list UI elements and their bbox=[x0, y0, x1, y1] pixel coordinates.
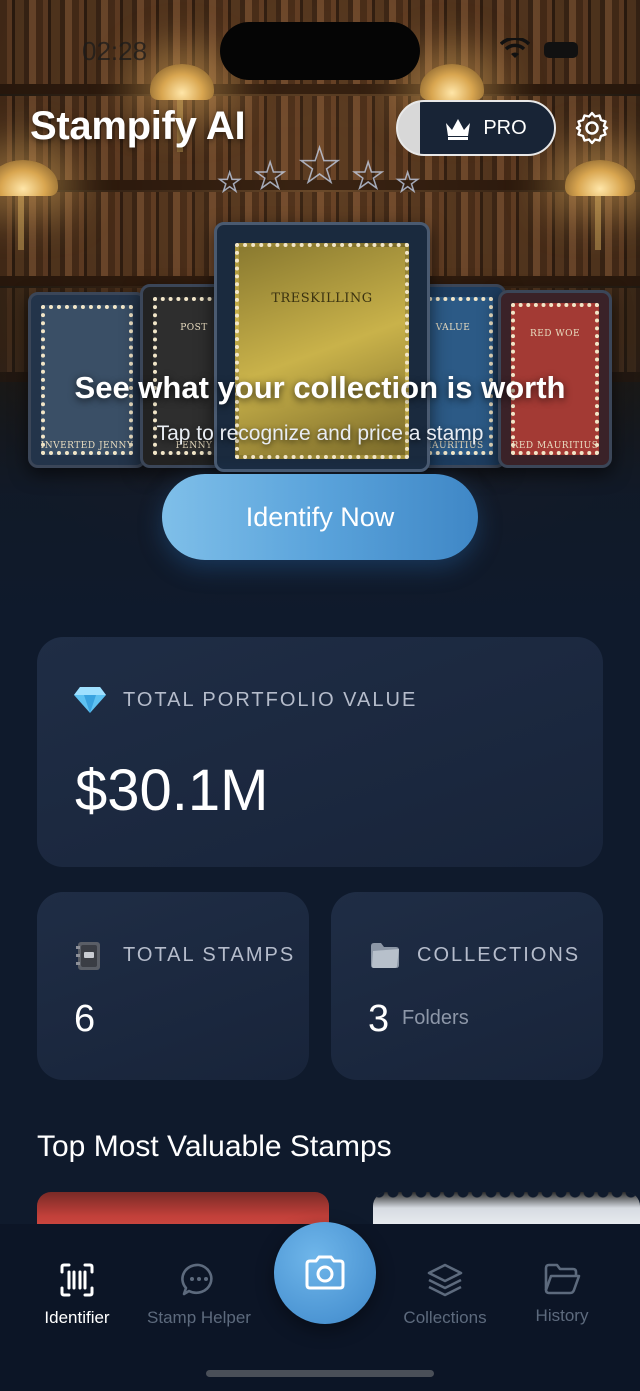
camera-capture-button[interactable] bbox=[274, 1222, 376, 1324]
scan-icon bbox=[60, 1263, 94, 1297]
tab-label: Collections bbox=[403, 1308, 487, 1327]
rating-stars-decor: ★ ★ ★ ★ ★ bbox=[217, 137, 420, 199]
portfolio-value-card[interactable]: TOTAL PORTFOLIO VALUE $30.1M bbox=[37, 637, 603, 867]
total-stamps-label: TOTAL STAMPS bbox=[123, 944, 296, 966]
collections-unit: Folders bbox=[402, 1007, 469, 1029]
folder-icon bbox=[371, 943, 399, 968]
tab-identifier[interactable]: Identifier bbox=[12, 1262, 142, 1328]
portfolio-label: TOTAL PORTFOLIO VALUE bbox=[123, 689, 418, 711]
notebook-icon bbox=[76, 942, 100, 970]
tab-label: Stamp Helper bbox=[147, 1308, 251, 1327]
hero-headline: See what your collection is worth bbox=[74, 370, 566, 405]
camera-icon bbox=[305, 1255, 345, 1290]
battery-icon bbox=[544, 42, 578, 58]
portfolio-value: $30.1M bbox=[75, 758, 269, 823]
pro-label: PRO bbox=[483, 116, 527, 139]
tab-collections[interactable]: Collections bbox=[380, 1262, 510, 1328]
app-title: Stampify AI bbox=[30, 104, 246, 148]
layers-icon bbox=[427, 1263, 463, 1297]
folder-open-icon bbox=[544, 1263, 581, 1295]
collections-value: 3 bbox=[368, 998, 390, 1040]
hero-subtitle: Tap to recognize and price a stamp bbox=[156, 422, 484, 445]
identify-now-button[interactable]: Identify Now bbox=[162, 474, 478, 560]
settings-gear-icon[interactable] bbox=[574, 110, 610, 146]
dynamic-island bbox=[220, 22, 420, 80]
total-stamps-card[interactable]: TOTAL STAMPS 6 bbox=[37, 892, 309, 1080]
top-stamps-title: Top Most Valuable Stamps bbox=[37, 1130, 392, 1163]
collections-label: COLLECTIONS bbox=[417, 944, 581, 966]
crown-icon bbox=[446, 119, 471, 140]
gem-icon bbox=[74, 687, 106, 713]
pro-upgrade-button[interactable]: PRO bbox=[396, 100, 556, 156]
chat-icon bbox=[181, 1263, 213, 1296]
total-stamps-value: 6 bbox=[74, 998, 96, 1040]
wifi-icon bbox=[500, 38, 530, 58]
tab-label: History bbox=[535, 1306, 589, 1325]
tab-history[interactable]: History bbox=[497, 1262, 627, 1326]
collections-card[interactable]: COLLECTIONS 3 Folders bbox=[331, 892, 603, 1080]
tab-label: Identifier bbox=[44, 1308, 110, 1327]
status-time: 02:28 bbox=[82, 36, 148, 66]
home-indicator bbox=[206, 1370, 434, 1377]
tab-stamp-helper[interactable]: Stamp Helper bbox=[134, 1262, 264, 1328]
